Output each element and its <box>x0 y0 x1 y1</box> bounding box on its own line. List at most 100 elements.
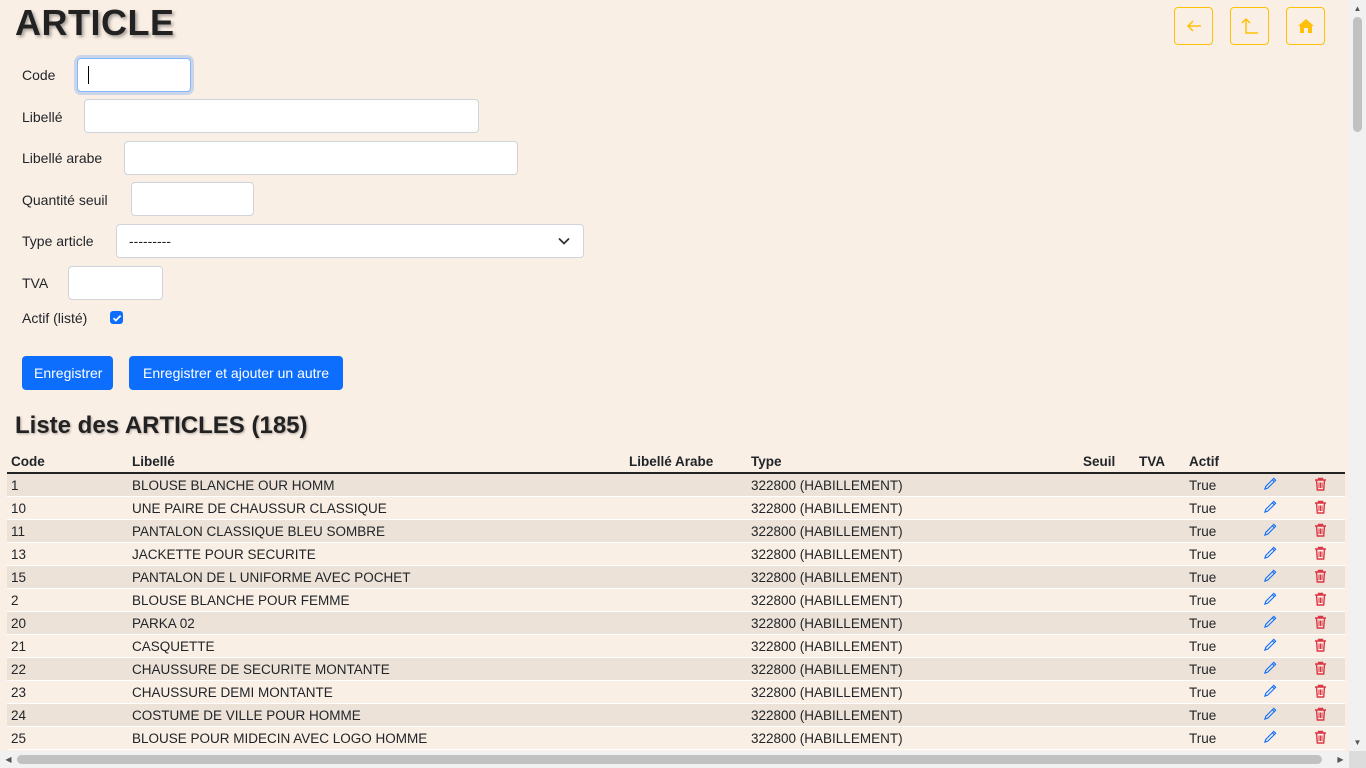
cell-libelle-arabe <box>625 703 747 727</box>
col-actif[interactable]: Actif <box>1185 450 1245 474</box>
edit-button[interactable] <box>1245 519 1295 543</box>
cell-actif: True <box>1185 634 1245 658</box>
cell-tva <box>1135 680 1185 704</box>
table-row: 23 CHAUSSURE DEMI MONTANTE 322800 (HABILLE… <box>7 680 1345 704</box>
cell-code: 1 <box>7 473 128 497</box>
table-row: 2 BLOUSE BLANCHE POUR FEMME 322800 (HABILL… <box>7 588 1345 612</box>
delete-button[interactable] <box>1295 726 1345 750</box>
cell-actif: True <box>1185 703 1245 727</box>
col-tva[interactable]: TVA <box>1135 450 1185 474</box>
pencil-icon <box>1263 500 1278 517</box>
edit-button[interactable] <box>1245 726 1295 750</box>
vertical-scrollbar[interactable]: ▲ ▼ <box>1349 0 1366 751</box>
home-icon <box>1297 19 1314 33</box>
trash-icon <box>1314 477 1327 494</box>
delete-button[interactable] <box>1295 496 1345 520</box>
cell-libelle: PANTALON CLASSIQUE BLEU SOMBRE <box>128 519 625 543</box>
pencil-icon <box>1263 661 1278 678</box>
type-article-label: Type article <box>22 233 94 249</box>
cell-code: 24 <box>7 703 128 727</box>
libelle-input[interactable] <box>84 99 479 133</box>
cell-libelle-arabe <box>625 634 747 658</box>
edit-button[interactable] <box>1245 588 1295 612</box>
chevron-down-icon <box>558 237 570 245</box>
horizontal-scrollbar[interactable]: ◀ ▶ <box>0 751 1349 768</box>
cell-type: 322800 (HABILLEMENT) <box>747 473 1079 497</box>
save-button[interactable]: Enregistrer <box>22 356 113 390</box>
vertical-scroll-thumb[interactable] <box>1353 17 1362 132</box>
trash-icon <box>1314 500 1327 517</box>
back-button[interactable] <box>1174 7 1213 45</box>
save-and-add-button[interactable]: Enregistrer et ajouter un autre <box>129 356 343 390</box>
delete-button[interactable] <box>1295 703 1345 727</box>
delete-button[interactable] <box>1295 473 1345 497</box>
code-row: Code <box>22 67 55 83</box>
cell-libelle-arabe <box>625 542 747 566</box>
delete-button[interactable] <box>1295 611 1345 635</box>
cell-type: 322800 (HABILLEMENT) <box>747 634 1079 658</box>
edit-button[interactable] <box>1245 634 1295 658</box>
horizontal-scroll-thumb[interactable] <box>17 755 1322 764</box>
cell-type: 322800 (HABILLEMENT) <box>747 496 1079 520</box>
edit-button[interactable] <box>1245 496 1295 520</box>
edit-button[interactable] <box>1245 680 1295 704</box>
pencil-icon <box>1263 523 1278 540</box>
trash-icon <box>1314 546 1327 563</box>
actif-checkbox[interactable] <box>110 311 123 324</box>
edit-button[interactable] <box>1245 611 1295 635</box>
cell-tva <box>1135 588 1185 612</box>
table-row: 1 BLOUSE BLANCHE OUR HOMM 322800 (HABILLEM… <box>7 473 1345 497</box>
cell-libelle: COSTUME DE VILLE POUR HOMME <box>128 703 625 727</box>
cell-libelle: JACKETTE POUR SECURITE <box>128 542 625 566</box>
edit-button[interactable] <box>1245 657 1295 681</box>
delete-button[interactable] <box>1295 519 1345 543</box>
cell-tva <box>1135 565 1185 589</box>
edit-button[interactable] <box>1245 473 1295 497</box>
delete-button[interactable] <box>1295 634 1345 658</box>
quantite-seuil-input[interactable] <box>131 182 254 216</box>
edit-button[interactable] <box>1245 565 1295 589</box>
arrow-left-icon <box>1186 20 1201 32</box>
edit-button[interactable] <box>1245 542 1295 566</box>
code-input[interactable] <box>77 58 191 92</box>
scroll-up-arrow-icon[interactable]: ▲ <box>1349 0 1366 17</box>
cell-code: 22 <box>7 657 128 681</box>
cell-actif: True <box>1185 542 1245 566</box>
cell-type: 322800 (HABILLEMENT) <box>747 703 1079 727</box>
home-button[interactable] <box>1286 7 1325 45</box>
libelle-arabe-input[interactable] <box>124 141 518 175</box>
up-button[interactable] <box>1230 7 1269 45</box>
trash-icon <box>1314 569 1327 586</box>
cell-type: 322800 (HABILLEMENT) <box>747 726 1079 750</box>
cell-libelle: PARKA 02 <box>128 611 625 635</box>
col-seuil[interactable]: Seuil <box>1079 450 1135 474</box>
type-article-select[interactable]: --------- <box>116 224 584 258</box>
delete-button[interactable] <box>1295 680 1345 704</box>
code-label: Code <box>22 67 56 83</box>
scroll-left-arrow-icon[interactable]: ◀ <box>0 751 17 768</box>
cell-libelle-arabe <box>625 726 747 750</box>
delete-button[interactable] <box>1295 588 1345 612</box>
delete-button[interactable] <box>1295 542 1345 566</box>
col-code[interactable]: Code <box>7 450 128 474</box>
col-libelle-arabe[interactable]: Libellé Arabe <box>625 450 747 474</box>
tva-input[interactable] <box>68 266 163 300</box>
delete-button[interactable] <box>1295 565 1345 589</box>
cell-seuil <box>1079 519 1135 543</box>
col-libelle[interactable]: Libellé <box>128 450 625 474</box>
col-type[interactable]: Type <box>747 450 1079 474</box>
cell-libelle-arabe <box>625 588 747 612</box>
scroll-right-arrow-icon[interactable]: ▶ <box>1332 751 1349 768</box>
cell-code: 15 <box>7 565 128 589</box>
pencil-icon <box>1263 684 1278 701</box>
table-row: 15 PANTALON DE L UNIFORME AVEC POCHET 3228… <box>7 565 1345 589</box>
delete-button[interactable] <box>1295 657 1345 681</box>
cell-actif: True <box>1185 519 1245 543</box>
cell-tva <box>1135 473 1185 497</box>
cell-seuil <box>1079 703 1135 727</box>
scroll-down-arrow-icon[interactable]: ▼ <box>1349 734 1366 751</box>
cell-type: 322800 (HABILLEMENT) <box>747 588 1079 612</box>
edit-button[interactable] <box>1245 703 1295 727</box>
cell-libelle: BLOUSE BLANCHE OUR HOMM <box>128 473 625 497</box>
cell-libelle-arabe <box>625 611 747 635</box>
